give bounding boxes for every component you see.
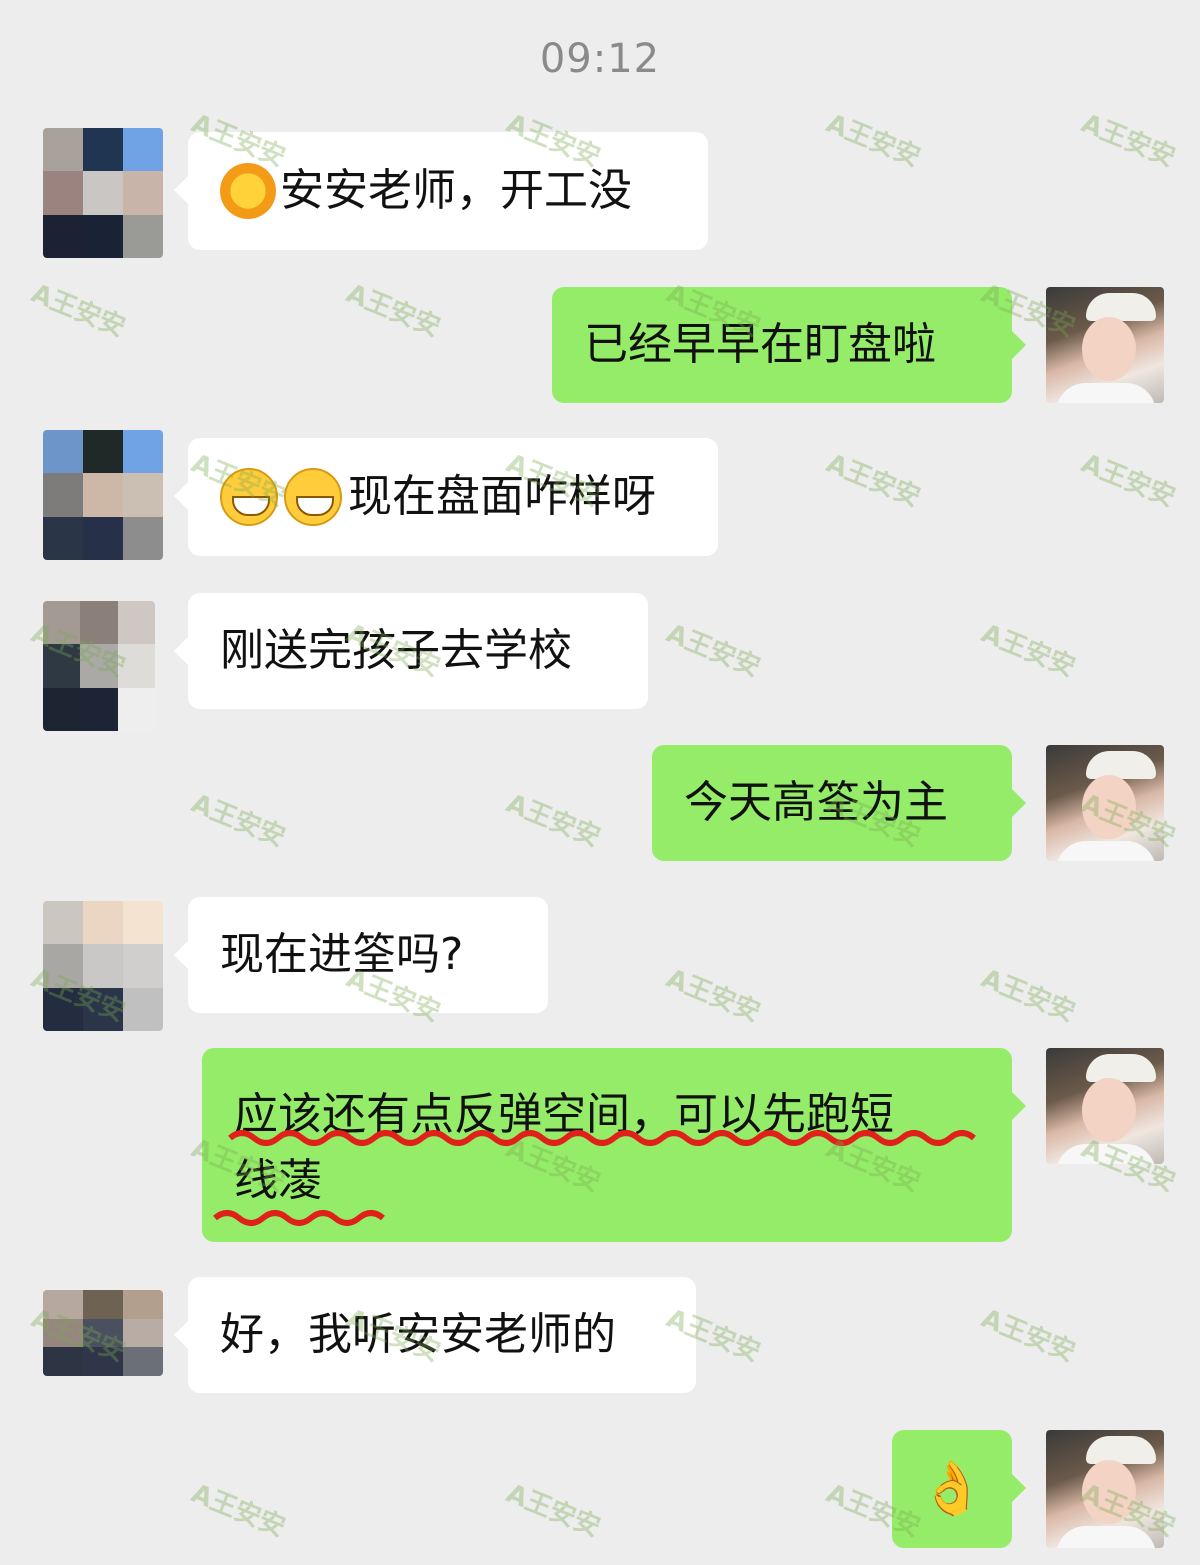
message-bubble-incoming[interactable]: 好，我听安安老师的 (174, 1277, 696, 1393)
watermark-text: A王安安 (822, 108, 925, 174)
wavy-underline-annotation (213, 1210, 385, 1226)
watermark-text: A王安安 (342, 278, 445, 344)
watermark-text: A王安安 (1077, 448, 1180, 514)
watermark-text: A王安安 (977, 963, 1080, 1029)
grinning-emoji-icon (284, 468, 342, 526)
user-avatar[interactable] (1046, 1048, 1164, 1164)
message-text: 今天高筌为主 (684, 777, 948, 828)
watermark-text: A王安安 (502, 788, 605, 854)
user-avatar[interactable] (1046, 1430, 1164, 1548)
message-text: 安安老师，开工没 (280, 165, 632, 216)
watermark-text: A王安安 (977, 618, 1080, 684)
watermark-text: A王安安 (187, 1478, 290, 1544)
message-bubble-incoming[interactable]: 现在盘面咋样呀 (174, 438, 718, 556)
user-avatar[interactable] (1046, 287, 1164, 403)
contact-avatar[interactable] (43, 430, 163, 560)
grinning-emoji-icon (220, 468, 278, 526)
message-text: 好，我听安安老师的 (220, 1309, 616, 1360)
timestamp: 09:12 (539, 36, 661, 82)
contact-avatar[interactable] (43, 128, 163, 258)
message-text: 已经早早在盯盘啦 (584, 319, 936, 370)
watermark-text: A王安安 (822, 448, 925, 514)
message-text-line: 线蓤 (234, 1155, 322, 1206)
watermark-text: A王安安 (187, 788, 290, 854)
message-bubble-incoming[interactable]: 现在进筌吗? (174, 897, 548, 1013)
message-text: 刚送完孩子去学校 (220, 625, 572, 676)
watermark-text: A王安安 (502, 1478, 605, 1544)
message-text: 现在进筌吗? (220, 929, 464, 980)
watermark-text: A王安安 (977, 1303, 1080, 1369)
contact-avatar[interactable] (43, 601, 155, 731)
watermark-text: A王安安 (662, 963, 765, 1029)
message-bubble-outgoing[interactable]: 👌 (892, 1430, 1026, 1548)
wavy-underline-annotation (228, 1130, 976, 1146)
message-bubble-outgoing[interactable]: 已经早早在盯盘啦 (552, 287, 1026, 403)
ok-hand-emoji-icon: 👌 (919, 1459, 985, 1519)
message-text: 现在盘面咋样呀 (348, 471, 656, 522)
watermark-text: A王安安 (27, 278, 130, 344)
user-avatar[interactable] (1046, 745, 1164, 861)
message-bubble-outgoing[interactable]: 今天高筌为主 (652, 745, 1026, 861)
contact-avatar[interactable] (43, 901, 163, 1031)
watermark-text: A王安安 (1077, 108, 1180, 174)
sun-emoji-icon (220, 163, 276, 219)
message-bubble-incoming[interactable]: 刚送完孩子去学校 (174, 593, 648, 709)
message-bubble-incoming[interactable]: 安安老师，开工没 (174, 132, 708, 250)
watermark-text: A王安安 (662, 618, 765, 684)
contact-avatar[interactable] (43, 1290, 163, 1376)
